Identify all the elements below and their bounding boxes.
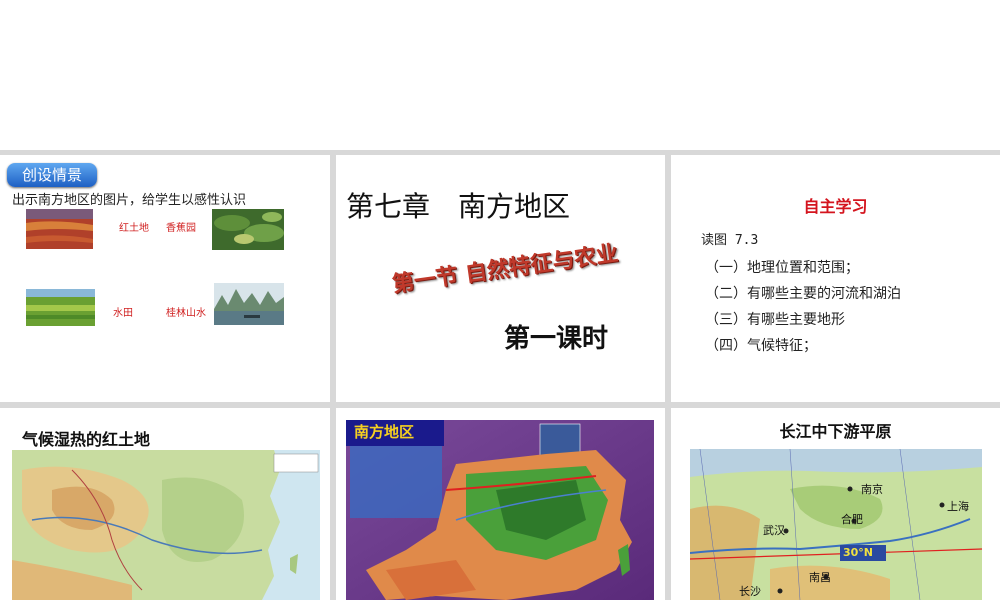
yangtze-plain-map [690, 449, 982, 600]
caption-guilin-landscape: 桂林山水 [166, 308, 206, 319]
intro-text: 出示南方地区的图片，给学生以感性认识 [12, 193, 247, 208]
southern-china-relief-map [12, 450, 320, 600]
slide-thumbnail-5[interactable]: 南方地区 [336, 408, 665, 600]
question-item: （一）地理位置和范围； [705, 260, 859, 276]
slide-thumbnail-4[interactable]: 气候湿热的红土地 [0, 408, 330, 600]
label-nanjing: 南京 [861, 483, 883, 496]
slide-thumbnail-3[interactable]: 自主学习 读图 7.3 （一）地理位置和范围； （二）有哪些主要的河流和湖泊 （… [671, 155, 1000, 402]
section-title: 第一节 自然特征与农业 [390, 241, 620, 298]
slide-thumbnail-2[interactable]: 第七章 南方地区 第一节 自然特征与农业 第一课时 [336, 155, 665, 402]
self-study-title: 自主学习 [803, 197, 868, 216]
lesson-title: 第一课时 [504, 324, 609, 354]
label-shanghai: 上海 [947, 500, 969, 513]
caption-red-soil: 红土地 [119, 223, 149, 234]
label-hefei: 合肥 [841, 513, 863, 526]
read-figure-text: 读图 7.3 [701, 233, 759, 248]
yangtze-plain-title: 长江中下游平原 [779, 422, 892, 441]
scenario-badge: 创设情景 [7, 163, 97, 187]
question-item: （二）有哪些主要的河流和湖泊 [705, 286, 901, 302]
red-soil-climate-title: 气候湿热的红土地 [22, 430, 151, 449]
banana-garden-photo [212, 209, 284, 250]
guilin-landscape-photo [214, 283, 284, 325]
caption-paddy-field: 水田 [113, 308, 133, 319]
label-changsha: 长沙 [739, 585, 761, 598]
slide-thumbnail-1[interactable]: 创设情景 出示南方地区的图片，给学生以感性认识 红土地 香蕉园 水田 桂林山水 [0, 155, 330, 402]
caption-banana-garden: 香蕉园 [166, 223, 196, 234]
chapter-title: 第七章 南方地区 [346, 190, 571, 223]
paddy-field-photo [26, 289, 95, 326]
question-item: （三）有哪些主要地形 [705, 312, 845, 328]
label-wuhan: 武汉 [763, 524, 785, 537]
map-title: 南方地区 [354, 423, 415, 441]
red-soil-photo [26, 209, 93, 249]
slide-thumbnail-6[interactable]: 长江中下游平原 南京 上海 合肥 武汉 南昌 长沙 30°N [671, 408, 1000, 600]
latitude-label: 30°N [843, 546, 874, 559]
southern-region-map [346, 420, 654, 600]
question-list: （一）地理位置和范围； （二）有哪些主要的河流和湖泊 （三）有哪些主要地形 （四… [705, 255, 901, 359]
question-item: （四）气候特征； [705, 338, 817, 354]
label-nanchang: 南昌 [809, 571, 831, 584]
